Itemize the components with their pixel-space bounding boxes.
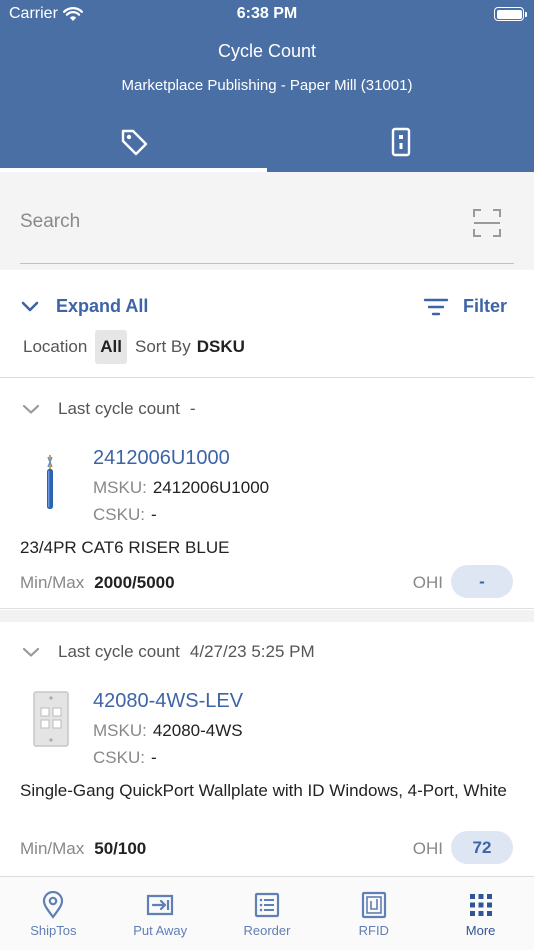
card-separator	[0, 610, 534, 622]
nav-reorder[interactable]: Reorder	[214, 877, 321, 950]
cycle-count-toggle[interactable]: Last cycle count -	[22, 399, 196, 419]
msku-label: MSKU:	[93, 721, 147, 740]
nav-reorder-label: Reorder	[243, 923, 291, 938]
sort-row: Location All Sort By DSKU	[23, 330, 245, 364]
item-name-link[interactable]: 2412006U1000	[93, 447, 230, 470]
csku-value: -	[150, 505, 157, 524]
wallplate-thumbnail-icon	[32, 690, 70, 748]
last-cycle-value: -	[189, 399, 196, 418]
last-cycle-label: Last cycle count	[58, 642, 180, 661]
csku-label: CSKU:	[93, 505, 145, 524]
filter-icon	[423, 298, 449, 315]
location-pin-icon	[43, 891, 64, 919]
tab-items[interactable]	[0, 112, 267, 172]
status-time: 6:38 PM	[236, 5, 298, 22]
ohi-badge[interactable]: -	[451, 565, 513, 598]
grid-icon	[469, 894, 492, 916]
nav-shiptos-label: ShipTos	[30, 923, 77, 938]
nav-more[interactable]: More	[427, 877, 534, 950]
cycle-count-toggle[interactable]: Last cycle count 4/27/23 5:25 PM	[22, 642, 315, 662]
search-area	[0, 172, 534, 270]
nav-rfid[interactable]: RFID	[320, 877, 427, 950]
nav-shiptos[interactable]: ShipTos	[0, 877, 107, 950]
minmax-label: Min/Max	[20, 573, 85, 592]
item-description: 23/4PR CAT6 RISER BLUE	[20, 538, 230, 557]
expand-all-label: Expand All	[56, 296, 149, 316]
item-name-link[interactable]: 42080-4WS-LEV	[93, 690, 243, 713]
chevron-down-icon	[22, 404, 40, 414]
filter-label: Filter	[462, 296, 507, 316]
remote-device-icon	[391, 127, 410, 157]
csku-label: CSKU:	[93, 748, 145, 767]
page-title: Cycle Count	[217, 41, 317, 61]
battery-icon	[494, 7, 527, 21]
location-label: Location	[23, 337, 88, 356]
list-item: Last cycle count - 2412006U1000 MSKU: 241…	[0, 379, 534, 609]
ohi-badge[interactable]: 72	[451, 831, 513, 864]
csku-row: CSKU: -	[93, 505, 157, 525]
msku-label: MSKU:	[93, 478, 147, 497]
sort-selector[interactable]: DSKU	[197, 337, 245, 357]
cable-thumbnail-icon	[30, 451, 70, 511]
msku-row: MSKU: 42080-4WS	[93, 721, 243, 741]
last-cycle-label: Last cycle count	[58, 399, 180, 418]
rfid-icon	[361, 891, 386, 919]
status-bar: Carrier 6:38 PM	[0, 0, 534, 30]
csku-value: -	[150, 748, 157, 767]
barcode-scan-button[interactable]	[472, 208, 502, 238]
location-selector[interactable]: All	[95, 330, 128, 364]
minmax-value: 2000/5000	[94, 573, 175, 592]
tab-device[interactable]	[267, 112, 534, 172]
put-away-icon	[147, 894, 174, 916]
sort-label: Sort By	[135, 337, 191, 356]
msku-value: 42080-4WS	[152, 721, 243, 740]
last-cycle-value: 4/27/23 5:25 PM	[189, 642, 315, 661]
tag-icon	[121, 129, 147, 156]
list-controls: Expand All Filter Location All Sort By D…	[0, 270, 534, 378]
chevron-down-icon	[21, 301, 39, 311]
search-underline	[20, 263, 514, 264]
minmax-row: Min/Max 2000/5000	[20, 573, 175, 593]
search-input[interactable]	[20, 202, 460, 242]
page-subtitle: Marketplace Publishing - Paper Mill (310…	[121, 77, 413, 94]
minmax-value: 50/100	[94, 839, 147, 858]
nav-rfid-label: RFID	[358, 923, 389, 938]
header: Carrier 6:38 PM Cycle Count Marketplace …	[0, 0, 534, 172]
list-icon	[254, 892, 280, 918]
csku-row: CSKU: -	[93, 748, 157, 768]
scan-icon	[473, 209, 501, 237]
ohi-label: OHI	[412, 573, 443, 592]
filter-button[interactable]: Filter	[423, 296, 507, 317]
list-item: Last cycle count 4/27/23 5:25 PM 42080-4…	[0, 622, 534, 876]
minmax-row: Min/Max 50/100	[20, 839, 146, 859]
item-description: Single-Gang QuickPort Wallplate with ID …	[20, 781, 507, 800]
nav-more-label: More	[465, 923, 496, 938]
ohi-label: OHI	[412, 839, 443, 858]
expand-all-button[interactable]: Expand All	[20, 296, 148, 317]
msku-value: 2412006U1000	[152, 478, 270, 497]
minmax-label: Min/Max	[20, 839, 85, 858]
nav-put-away[interactable]: Put Away	[107, 877, 214, 950]
bottom-tab-bar: ShipTos Put Away Reorder RFID More	[0, 876, 534, 950]
msku-row: MSKU: 2412006U1000	[93, 478, 269, 498]
nav-put-away-label: Put Away	[133, 923, 188, 938]
chevron-down-icon	[22, 647, 40, 657]
